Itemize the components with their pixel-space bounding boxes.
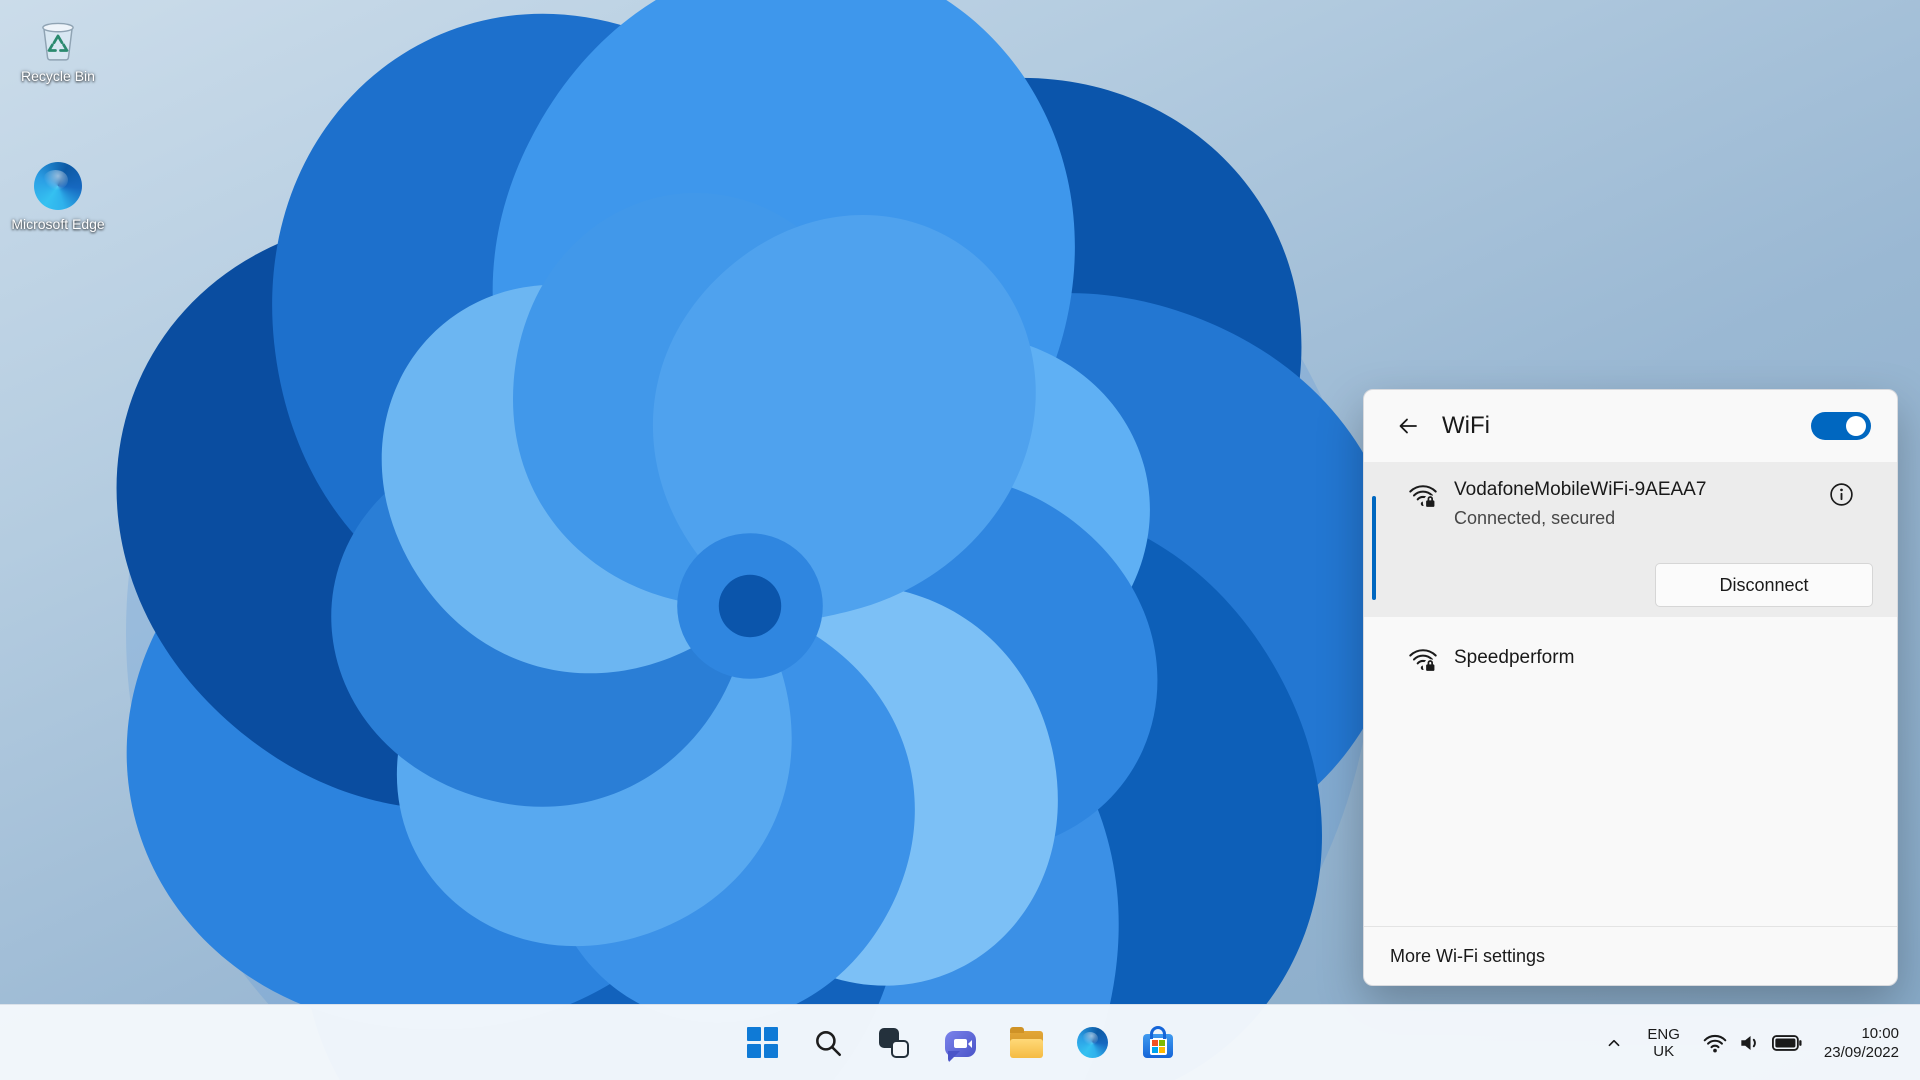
store-icon xyxy=(1143,1026,1173,1058)
wifi-network-item[interactable]: Speedperform xyxy=(1364,623,1897,693)
more-wifi-settings-link[interactable]: More Wi-Fi settings xyxy=(1364,926,1897,985)
edge-icon xyxy=(32,160,84,212)
desktop-icon-label: Recycle Bin xyxy=(21,68,95,84)
desktop-icon-label: Microsoft Edge xyxy=(11,216,105,232)
folder-icon xyxy=(1009,1026,1043,1058)
taskbar: ENG UK 10:00 23/09/2022 xyxy=(0,1004,1920,1080)
wifi-network-item-connected[interactable]: VodafoneMobileWiFi-9AEAA7 Connected, sec… xyxy=(1364,462,1897,617)
start-button[interactable] xyxy=(736,1014,788,1072)
system-tray: ENG UK 10:00 23/09/2022 xyxy=(1594,1005,1920,1080)
desktop: Recycle Bin Microsoft Edge WiFi Vodafone… xyxy=(0,0,1920,1080)
volume-icon xyxy=(1741,1035,1756,1050)
search-button[interactable] xyxy=(802,1014,854,1072)
taskbar-center-icons xyxy=(736,1014,1184,1072)
task-view-icon xyxy=(878,1027,910,1059)
wifi-secured-icon xyxy=(1409,485,1438,510)
language-indicator[interactable]: ENG UK xyxy=(1638,1017,1689,1069)
time: 10:00 xyxy=(1861,1024,1899,1042)
back-arrow-icon xyxy=(1399,418,1417,434)
windows-logo-icon xyxy=(746,1027,778,1058)
network-status: Connected, secured xyxy=(1454,508,1616,528)
wifi-panel-title: WiFi xyxy=(1442,412,1490,439)
info-icon xyxy=(1829,482,1853,506)
network-name: Speedperform xyxy=(1454,647,1575,668)
chat-icon xyxy=(944,1030,976,1063)
language-line1: ENG xyxy=(1647,1025,1680,1043)
edge-button[interactable] xyxy=(1066,1014,1118,1072)
network-properties-button[interactable] xyxy=(1825,478,1857,510)
tray-overflow-button[interactable] xyxy=(1594,1017,1634,1069)
language-line2: UK xyxy=(1653,1042,1675,1060)
chevron-up-icon xyxy=(1608,1039,1620,1046)
clock[interactable]: 10:00 23/09/2022 xyxy=(1815,1017,1908,1069)
selection-accent-bar xyxy=(1372,496,1376,600)
toggle-knob xyxy=(1846,416,1866,436)
network-name: VodafoneMobileWiFi-9AEAA7 xyxy=(1454,479,1707,500)
wifi-flyout-header: WiFi xyxy=(1364,390,1897,462)
disconnect-button[interactable]: Disconnect xyxy=(1655,563,1873,607)
wifi-secured-icon xyxy=(1409,649,1438,674)
wifi-toggle[interactable] xyxy=(1811,412,1871,440)
edge-icon xyxy=(1076,1027,1108,1058)
quick-settings-button[interactable] xyxy=(1693,1017,1811,1069)
wifi-status-icon xyxy=(1703,1034,1727,1052)
date: 23/09/2022 xyxy=(1823,1043,1899,1061)
desktop-icon-recycle-bin[interactable]: Recycle Bin xyxy=(10,12,106,85)
chat-button[interactable] xyxy=(934,1014,986,1072)
store-button[interactable] xyxy=(1132,1014,1184,1072)
file-explorer-button[interactable] xyxy=(1000,1014,1052,1072)
recycle-bin-icon xyxy=(32,12,84,64)
search-icon xyxy=(816,1030,842,1056)
desktop-icon-microsoft-edge[interactable]: Microsoft Edge xyxy=(10,160,106,233)
wifi-flyout: WiFi VodafoneMobileWiFi-9AEAA7 Connected… xyxy=(1363,389,1898,986)
task-view-button[interactable] xyxy=(868,1014,920,1072)
flyout-spacer xyxy=(1364,693,1897,926)
back-button[interactable] xyxy=(1390,409,1426,443)
battery-icon xyxy=(1771,1034,1802,1051)
wallpaper-bloom xyxy=(100,0,1400,1080)
